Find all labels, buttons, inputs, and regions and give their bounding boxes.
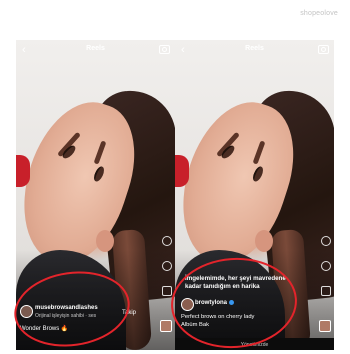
ear: [96, 230, 114, 252]
top-bar: ‹ Reels: [16, 44, 175, 58]
like-icon[interactable]: [162, 236, 172, 246]
caption-text: Perfect brows on cherry lady: [181, 314, 255, 320]
follow-button[interactable]: Takip: [122, 310, 136, 316]
camera-icon[interactable]: [159, 45, 170, 54]
watermark: shopeolove: [300, 10, 338, 17]
comment-icon[interactable]: [162, 261, 172, 271]
action-column: [162, 236, 172, 311]
username[interactable]: browtylona: [195, 300, 235, 306]
page-title: Reels: [86, 45, 105, 52]
username[interactable]: musebrowsandlashes: [35, 305, 98, 311]
username-text[interactable]: browtylona: [195, 300, 227, 306]
share-icon[interactable]: [321, 286, 331, 296]
overlay-quote: İmgelemimde, her şeyi mavredene kadar ta…: [185, 275, 295, 291]
action-column: [321, 236, 331, 311]
avatar[interactable]: [20, 305, 33, 318]
audio-thumbnail[interactable]: [319, 320, 331, 332]
bottom-shade: [16, 250, 175, 350]
caption-text: Wonder Brows 🔥: [20, 325, 68, 332]
audio-subtext[interactable]: Orijinal işleyişin sahibi · ses: [35, 313, 96, 319]
reels-screen-left: ‹ Reels musebrowsandlashes Orijinal işle…: [16, 40, 175, 350]
top-bar: ‹ Reels: [175, 44, 334, 58]
share-icon[interactable]: [162, 286, 172, 296]
lips: [175, 155, 189, 187]
caption-extra[interactable]: Albüm Bak: [181, 322, 209, 328]
like-icon[interactable]: [321, 236, 331, 246]
quote-line: kadar tanıdığım en harika: [185, 283, 260, 290]
camera-icon[interactable]: [318, 45, 329, 54]
lips: [16, 155, 30, 187]
ear: [255, 230, 273, 252]
audio-thumbnail[interactable]: [160, 320, 172, 332]
reels-screen-right: ‹ Reels İmgelemimde, her şeyi mavredene …: [175, 40, 334, 350]
caption-label: Wonder Brows: [20, 326, 60, 332]
fire-emoji: 🔥: [60, 326, 69, 332]
verified-badge-icon: [229, 300, 235, 305]
avatar[interactable]: [181, 298, 194, 311]
quote-line: İmgelemimde, her şeyi mavredene: [185, 275, 286, 282]
page-title: Reels: [245, 45, 264, 52]
bottom-caption: Yönetimizde: [240, 342, 269, 348]
comment-icon[interactable]: [321, 261, 331, 271]
